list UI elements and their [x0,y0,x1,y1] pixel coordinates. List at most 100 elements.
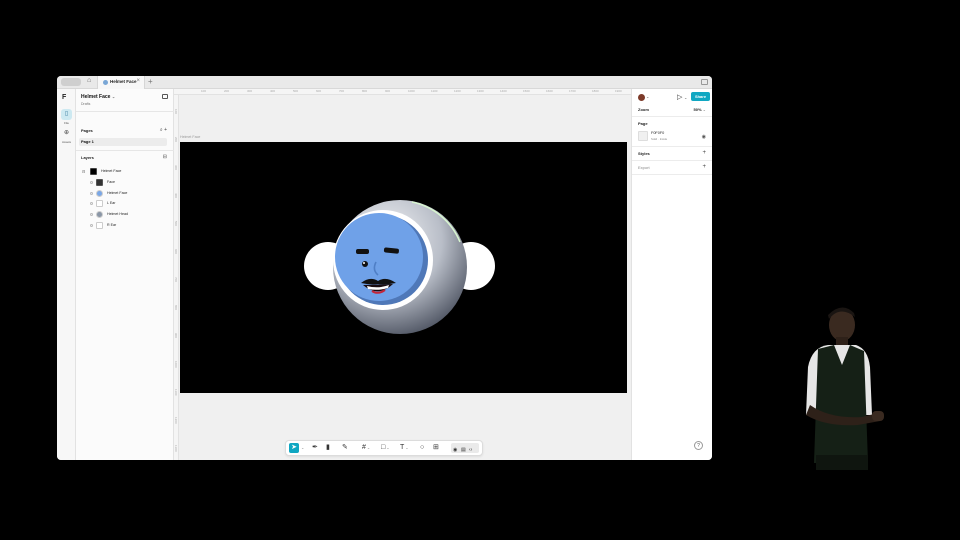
ruler-tick-label: 300 [174,165,178,171]
rail-item-assets-label: Assets [61,140,71,144]
layer-row[interactable]: Face [76,178,174,187]
move-tool-chevron-icon[interactable]: ⌄ [300,443,304,453]
marker-tool-icon[interactable]: ✎ [342,443,348,453]
styles-heading: Styles [638,151,650,156]
layer-row[interactable]: L Ear [76,199,174,208]
divider [632,160,712,161]
app-logo-icon[interactable]: F [62,94,66,101]
layer-row[interactable]: R Ear [76,221,174,230]
layer-lock-icon[interactable] [90,202,93,205]
rail-item-file[interactable]: ▯ File [60,109,73,125]
design-canvas[interactable]: Helmet Face [179,95,667,460]
layers-heading: Layers [81,155,94,160]
layer-name: Helmet Face [101,169,122,173]
title-bar: ⌂ Helmet Face × + [57,76,712,89]
layer-lock-icon[interactable] [90,181,93,184]
ruler-tick-label: 1600 [546,89,553,93]
present-icon[interactable]: ▷ [677,93,682,101]
home-icon[interactable]: ⌂ [87,77,91,84]
left-eye-highlight-shape [363,262,365,264]
ruler-tick-label: 1500 [523,89,530,93]
chevron-down-icon[interactable]: ⌄ [684,95,687,100]
ruler-tick-label: 500 [174,221,178,227]
presenter-legs-shape [816,455,868,470]
layer-row[interactable]: Helmet Face [76,189,174,198]
new-tab-button[interactable]: + [148,77,153,86]
sidebar-toggle-button[interactable] [61,78,81,86]
code-mode-icon[interactable]: ‹› [469,445,472,455]
shape-tool-icon[interactable]: □⌄ [381,443,390,453]
ruler-tick-label: 1100 [431,89,438,93]
ruler-tick-label: 900 [385,89,391,93]
left-eye-shape [362,261,368,267]
comment-tool-icon[interactable]: ○ [420,443,424,453]
layers-panel: Helmet Face ⌄ Drafts Pages ⌕ + Page 1 La… [76,89,174,460]
rail-item-assets[interactable]: ⊕ Assets [60,128,73,144]
add-style-icon[interactable]: + [702,150,706,156]
ruler-tick-label: 1700 [569,89,576,93]
components-tool-icon[interactable]: ⊞ [433,443,439,453]
page-color-hex[interactable]: F0F0F0 [651,131,664,135]
add-export-icon[interactable]: + [702,164,706,170]
zoom-dropdown[interactable]: 50% ⌄ [694,107,707,112]
close-tab-icon[interactable]: × [136,78,140,84]
layer-row[interactable]: Helmet Head [76,210,174,219]
ruler-tick-label: 500 [293,89,299,93]
layer-lock-icon[interactable] [90,213,93,216]
ruler-tick-label: 1000 [174,361,178,368]
layer-name: R Ear [107,223,117,227]
collapse-panel-icon[interactable] [162,94,168,99]
design-app-window: ⌂ Helmet Face × + F ▯ File ⊕ Assets Helm… [57,76,712,460]
frame-label[interactable]: Helmet Face [180,135,200,139]
chevron-down-icon[interactable]: ⌄ [646,94,649,99]
ruler-tick-label: 700 [174,277,178,283]
search-icon[interactable]: ⌕ [160,127,163,133]
layers-options-icon[interactable]: ⊟ [163,154,167,160]
board-thumb-icon [90,168,97,175]
ruler-tick-label: 1300 [477,89,484,93]
ruler-tick-label: 100 [174,109,178,115]
dev-mode-icon[interactable]: ▤ [461,445,466,455]
ruler-tick-label: 1400 [500,89,507,93]
ruler-tick-label: 1800 [592,89,599,93]
divider [632,116,712,117]
tools-toolbar: ➤ ⌄ ✒ ▮ ✎ #⌄ □⌄ T⌄ ○ ⊞ ◉ ▤ ‹› [285,440,483,456]
page-item-label: Page 1 [81,139,94,144]
pencil-tool-icon[interactable]: ▮ [326,443,330,453]
page-item[interactable]: Page 1 [79,138,167,146]
file-icon: ▯ [61,109,72,120]
file-tab-label: Helmet Face [110,79,137,84]
ruler-tick-label: 1200 [454,89,461,93]
ruler-tick-label: 1000 [408,89,415,93]
add-page-icon[interactable]: + [164,127,167,133]
ruler-tick-label: 1100 [174,389,178,396]
divider [632,174,712,175]
circle-thumb-icon [96,211,103,218]
design-mode-icon[interactable]: ◉ [453,445,457,455]
file-tab[interactable]: Helmet Face × [97,76,145,89]
text-tool-icon[interactable]: T⌄ [400,443,409,453]
layer-row[interactable]: ⊟ Helmet Face [76,167,174,176]
layer-lock-icon[interactable] [90,192,93,195]
page-color-meta: Solid · Inside [651,137,668,141]
file-location: Drafts [81,102,91,106]
pages-heading: Pages [81,128,93,133]
window-layout-icon[interactable] [701,79,708,85]
ruler-tick-label: 1900 [615,89,622,93]
move-tool-icon[interactable]: ➤ [289,443,299,453]
avatar[interactable] [638,94,645,101]
board-frame[interactable] [180,142,627,393]
face-thumb-icon [96,179,103,186]
presenter-vest-shape [814,345,868,463]
file-name[interactable]: Helmet Face ⌄ [81,94,115,100]
help-button[interactable]: ? [694,441,703,450]
layer-name: Helmet Head [107,212,128,216]
pen-tool-icon[interactable]: ✒ [312,443,318,453]
ruler-tick-label: 300 [247,89,253,93]
layer-lock-icon[interactable] [90,224,93,227]
eye-icon[interactable]: ◉ [702,134,706,140]
chevron-down-icon[interactable]: ⊟ [82,169,85,174]
frame-tool-icon[interactable]: #⌄ [362,443,370,453]
page-color-swatch[interactable] [638,131,648,141]
share-button[interactable]: Share [691,92,710,101]
